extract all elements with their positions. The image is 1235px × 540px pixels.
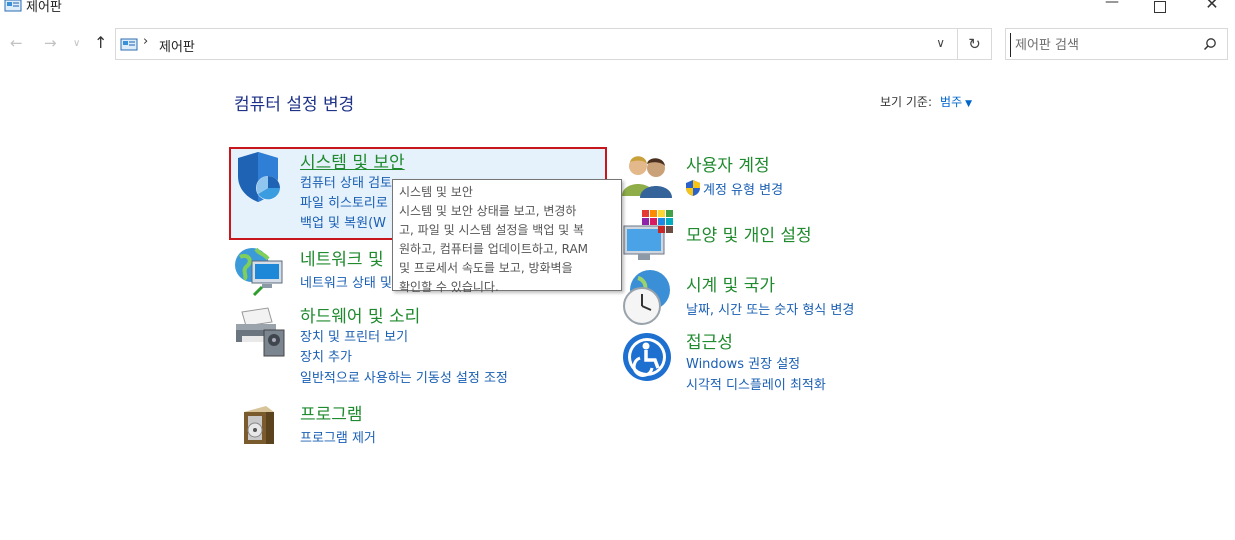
clock-globe-icon[interactable] bbox=[620, 268, 674, 330]
minimize-button[interactable]: — bbox=[1092, 0, 1132, 14]
tooltip-line: 시스템 및 보안 상태를 보고, 변경하 bbox=[399, 204, 577, 218]
search-input[interactable] bbox=[1010, 33, 1197, 57]
link-date-time-format[interactable]: 날짜, 시간 또는 숫자 형식 변경 bbox=[686, 299, 854, 318]
close-button[interactable]: ✕ bbox=[1192, 0, 1232, 14]
search-box[interactable] bbox=[1005, 28, 1228, 60]
link-review-computer-status[interactable]: 컴퓨터 상태 검토 bbox=[300, 172, 392, 191]
refresh-button[interactable]: ↻ bbox=[958, 28, 992, 60]
address-bar[interactable]: › 제어판 ∨ bbox=[115, 28, 958, 60]
recent-locations-button[interactable]: ∨ bbox=[73, 38, 80, 49]
category-title-clock-region[interactable]: 시계 및 국가 bbox=[686, 271, 775, 296]
dropdown-caret-icon[interactable]: ▼ bbox=[965, 99, 972, 109]
link-mobility-settings[interactable]: 일반적으로 사용하는 기동성 설정 조정 bbox=[300, 367, 508, 386]
view-by-label: 보기 기준: bbox=[880, 95, 933, 109]
title-bar: 제어판 — ✕ bbox=[0, 0, 1235, 16]
maximize-icon bbox=[1154, 1, 1166, 13]
tooltip-line: 확인할 수 있습니다. bbox=[399, 280, 499, 294]
breadcrumb-separator[interactable]: › bbox=[143, 34, 148, 49]
link-uninstall-program[interactable]: 프로그램 제거 bbox=[300, 427, 376, 446]
tooltip-line: 원하고, 컴퓨터를 업데이트하고, RAM bbox=[399, 242, 589, 256]
link-devices-printers[interactable]: 장치 및 프린터 보기 bbox=[300, 326, 408, 345]
link-optimize-display[interactable]: 시각적 디스플레이 최적화 bbox=[686, 374, 826, 393]
category-title-network[interactable]: 네트워크 및 bbox=[300, 245, 384, 270]
category-title-ease-of-access[interactable]: 접근성 bbox=[686, 328, 733, 353]
accessibility-icon[interactable] bbox=[622, 332, 672, 386]
link-change-account-type[interactable]: 계정 유형 변경 bbox=[703, 179, 783, 198]
link-windows-recommended-settings[interactable]: Windows 권장 설정 bbox=[686, 353, 800, 372]
category-title-user-accounts[interactable]: 사용자 계정 bbox=[686, 151, 770, 176]
maximize-button[interactable] bbox=[1140, 0, 1180, 14]
magnifier-icon[interactable] bbox=[1203, 36, 1217, 55]
tooltip-line: 시스템 및 보안 bbox=[399, 185, 473, 199]
link-file-history[interactable]: 파일 히스토리로 bbox=[300, 192, 388, 211]
view-by: 보기 기준: 범주 ▼ bbox=[880, 93, 972, 110]
category-title-programs[interactable]: 프로그램 bbox=[300, 400, 363, 425]
program-box-icon[interactable] bbox=[240, 402, 276, 452]
link-add-device[interactable]: 장치 추가 bbox=[300, 346, 352, 365]
monitor-palette-icon[interactable] bbox=[622, 210, 674, 266]
uac-shield-icon bbox=[685, 179, 701, 201]
control-panel-icon bbox=[120, 37, 138, 56]
tooltip-line: 및 프로세서 속도를 보고, 방화벽을 bbox=[399, 261, 573, 275]
globe-network-icon[interactable] bbox=[234, 243, 284, 301]
breadcrumb-control-panel[interactable]: 제어판 bbox=[159, 36, 195, 55]
tooltip: 시스템 및 보안 시스템 및 보안 상태를 보고, 변경하 고, 파일 및 시스… bbox=[392, 179, 622, 294]
control-panel-icon bbox=[4, 0, 22, 17]
link-network-status[interactable]: 네트워크 상태 및 bbox=[300, 272, 392, 291]
up-button[interactable]: ↑ bbox=[94, 33, 107, 52]
back-button[interactable]: ← bbox=[10, 34, 23, 52]
category-title-appearance[interactable]: 모양 및 개인 설정 bbox=[686, 221, 812, 246]
window-title: 제어판 bbox=[26, 0, 62, 15]
page-title: 컴퓨터 설정 변경 bbox=[234, 95, 355, 115]
view-by-dropdown[interactable]: 범주 bbox=[940, 95, 962, 109]
users-icon[interactable] bbox=[622, 152, 674, 202]
printer-icon[interactable] bbox=[234, 306, 288, 362]
tooltip-line: 고, 파일 및 시스템 설정을 백업 및 복 bbox=[399, 223, 585, 237]
category-title-hardware-sound[interactable]: 하드웨어 및 소리 bbox=[300, 302, 420, 327]
address-dropdown-button[interactable]: ∨ bbox=[936, 36, 945, 50]
link-backup-restore[interactable]: 백업 및 복원(W bbox=[300, 212, 386, 231]
category-title-system-security[interactable]: 시스템 및 보안 bbox=[300, 148, 405, 173]
shield-icon[interactable] bbox=[234, 150, 286, 210]
forward-button[interactable]: → bbox=[44, 34, 57, 52]
